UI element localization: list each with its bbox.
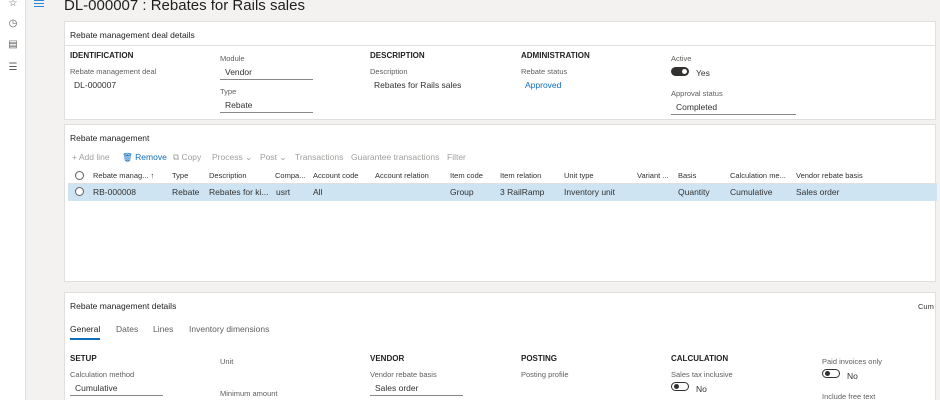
guarantee-transactions-button[interactable]: Guarantee transactions: [351, 152, 439, 162]
rebate-status-label: Rebate status: [521, 67, 568, 76]
approval-status-field[interactable]: Completed: [671, 99, 796, 115]
vendor-rebate-basis-label: Vendor rebate basis: [370, 370, 437, 379]
vendor-heading: VENDOR: [370, 354, 405, 363]
calculation-method-label: Calculation method: [70, 370, 135, 379]
cell-rebate-id[interactable]: RB-000008: [93, 187, 136, 197]
col-vendor-rebate-basis[interactable]: Vendor rebate basis: [796, 171, 863, 180]
cell-item-relation-link[interactable]: 3 RailRamp: [500, 187, 544, 197]
posting-profile-label: Posting profile: [521, 370, 569, 379]
posting-heading: POSTING: [521, 354, 558, 363]
modules-list-icon[interactable]: ☰: [7, 62, 19, 74]
active-label: Active: [671, 54, 692, 63]
unit-label: Unit: [220, 357, 234, 366]
vendor-rebate-basis-field[interactable]: Sales order: [370, 380, 463, 396]
add-line-button[interactable]: + Add line: [72, 152, 110, 162]
identification-heading: IDENTIFICATION: [70, 51, 134, 60]
col-description[interactable]: Description: [209, 171, 247, 180]
chevron-down-icon: ⌄: [242, 152, 253, 162]
description-label: Description: [370, 67, 408, 76]
workspaces-icon[interactable]: ▤: [7, 39, 19, 51]
transactions-button[interactable]: Transactions: [295, 152, 343, 162]
navigation-rail: ☆ ◷ ▤ ☰: [0, 0, 26, 400]
active-value: Yes: [696, 68, 710, 78]
administration-heading: ADMINISTRATION: [521, 51, 590, 60]
copy-button[interactable]: ⧉ Copy: [173, 152, 201, 163]
type-label: Type: [220, 87, 237, 96]
sort-ascending-icon: ↑: [150, 171, 155, 180]
type-field[interactable]: Rebate: [220, 97, 313, 113]
rebate-details-card: Rebate management details Cum General Da…: [64, 292, 936, 400]
delete-icon: 🗑: [122, 152, 136, 162]
cell-company-link[interactable]: usrt: [276, 187, 290, 197]
row-select-radio[interactable]: [75, 187, 84, 196]
tab-dates[interactable]: Dates: [116, 324, 138, 334]
col-basis[interactable]: Basis: [678, 171, 696, 180]
deal-details-heading[interactable]: Rebate management deal details: [70, 30, 195, 40]
calculation-method-field[interactable]: Cumulative: [70, 380, 163, 396]
rebate-details-heading[interactable]: Rebate management details: [70, 301, 176, 311]
col-type[interactable]: Type: [172, 171, 188, 180]
tab-lines[interactable]: Lines: [153, 324, 173, 334]
description-heading: DESCRIPTION: [370, 51, 425, 60]
cell-vendor-rebate-basis: Sales order: [796, 187, 840, 197]
cell-unit-type: Inventory unit: [564, 187, 616, 197]
post-menu-button[interactable]: Post ⌄: [260, 152, 287, 163]
favorites-star-icon[interactable]: ☆: [7, 0, 19, 10]
deal-details-card: Rebate management deal details IDENTIFIC…: [64, 21, 936, 120]
col-variant[interactable]: Variant ...: [637, 171, 669, 180]
include-free-text-label: Include free text: [822, 392, 876, 400]
select-all-radio[interactable]: [75, 171, 84, 180]
process-label: Process: [212, 152, 243, 162]
remove-button[interactable]: 🗑 Remove: [122, 152, 167, 163]
col-company[interactable]: Compa...: [275, 171, 305, 180]
cell-type: Rebate: [172, 187, 200, 197]
col-account-code[interactable]: Account code: [313, 171, 358, 180]
remove-label: Remove: [135, 152, 167, 162]
sales-tax-inclusive-toggle[interactable]: [671, 382, 689, 391]
cell-description: Rebates for ki...: [209, 187, 269, 197]
action-pane-menu-icon[interactable]: [34, 0, 44, 8]
col-unit-type[interactable]: Unit type: [564, 171, 594, 180]
chevron-down-icon: ⌄: [277, 152, 287, 162]
cell-basis: Quantity: [678, 187, 710, 197]
col-account-relation[interactable]: Account relation: [375, 171, 429, 180]
module-field[interactable]: Vendor: [220, 64, 313, 80]
paid-invoices-value: No: [847, 371, 858, 381]
clipped-header-text: Cum: [918, 302, 934, 311]
sales-tax-inclusive-value: No: [696, 384, 707, 394]
rebate-status-link[interactable]: Approved: [525, 80, 561, 90]
setup-heading: SETUP: [70, 354, 97, 363]
col-item-relation[interactable]: Item relation: [500, 171, 541, 180]
deal-label: Rebate management deal: [70, 67, 157, 76]
filter-button[interactable]: Filter: [447, 152, 466, 162]
paid-invoices-toggle[interactable]: [822, 369, 840, 378]
tab-general[interactable]: General: [70, 324, 101, 340]
minimum-amount-label: Minimum amount: [220, 389, 278, 398]
deal-value: DL-000007: [74, 80, 117, 90]
process-menu-button[interactable]: Process ⌄: [212, 152, 252, 163]
col-calculation-method[interactable]: Calculation me...: [730, 171, 786, 180]
page-title: DL-000007 : Rebates for Rails sales: [64, 0, 305, 14]
rebate-management-heading[interactable]: Rebate management: [70, 133, 149, 143]
approval-status-label: Approval status: [671, 89, 723, 98]
cell-account-code: All: [313, 187, 323, 197]
sales-tax-inclusive-label: Sales tax inclusive: [671, 370, 733, 379]
cell-calculation-method: Cumulative: [730, 187, 773, 197]
col-rebate-management[interactable]: Rebate manag... ↑: [93, 171, 154, 180]
copy-label: Copy: [181, 152, 202, 162]
paid-invoices-label: Paid invoices only: [822, 357, 883, 366]
module-label: Module: [220, 54, 245, 63]
grid-header-row: Rebate manag... ↑ Type Description Compa…: [68, 168, 937, 184]
rebate-management-card: Rebate management + Add line 🗑 Remove ⧉ …: [64, 124, 937, 282]
description-value: Rebates for Rails sales: [374, 80, 462, 90]
table-row[interactable]: RB-000008 Rebate Rebates for ki... usrt …: [68, 184, 937, 201]
col-item-code[interactable]: Item code: [450, 171, 483, 180]
post-label: Post: [260, 152, 278, 162]
active-toggle[interactable]: [671, 67, 689, 76]
calculation-heading: CALCULATION: [671, 354, 729, 363]
tab-inventory-dimensions[interactable]: Inventory dimensions: [189, 324, 269, 334]
cell-item-code: Group: [450, 187, 474, 197]
recent-clock-icon[interactable]: ◷: [7, 18, 19, 30]
